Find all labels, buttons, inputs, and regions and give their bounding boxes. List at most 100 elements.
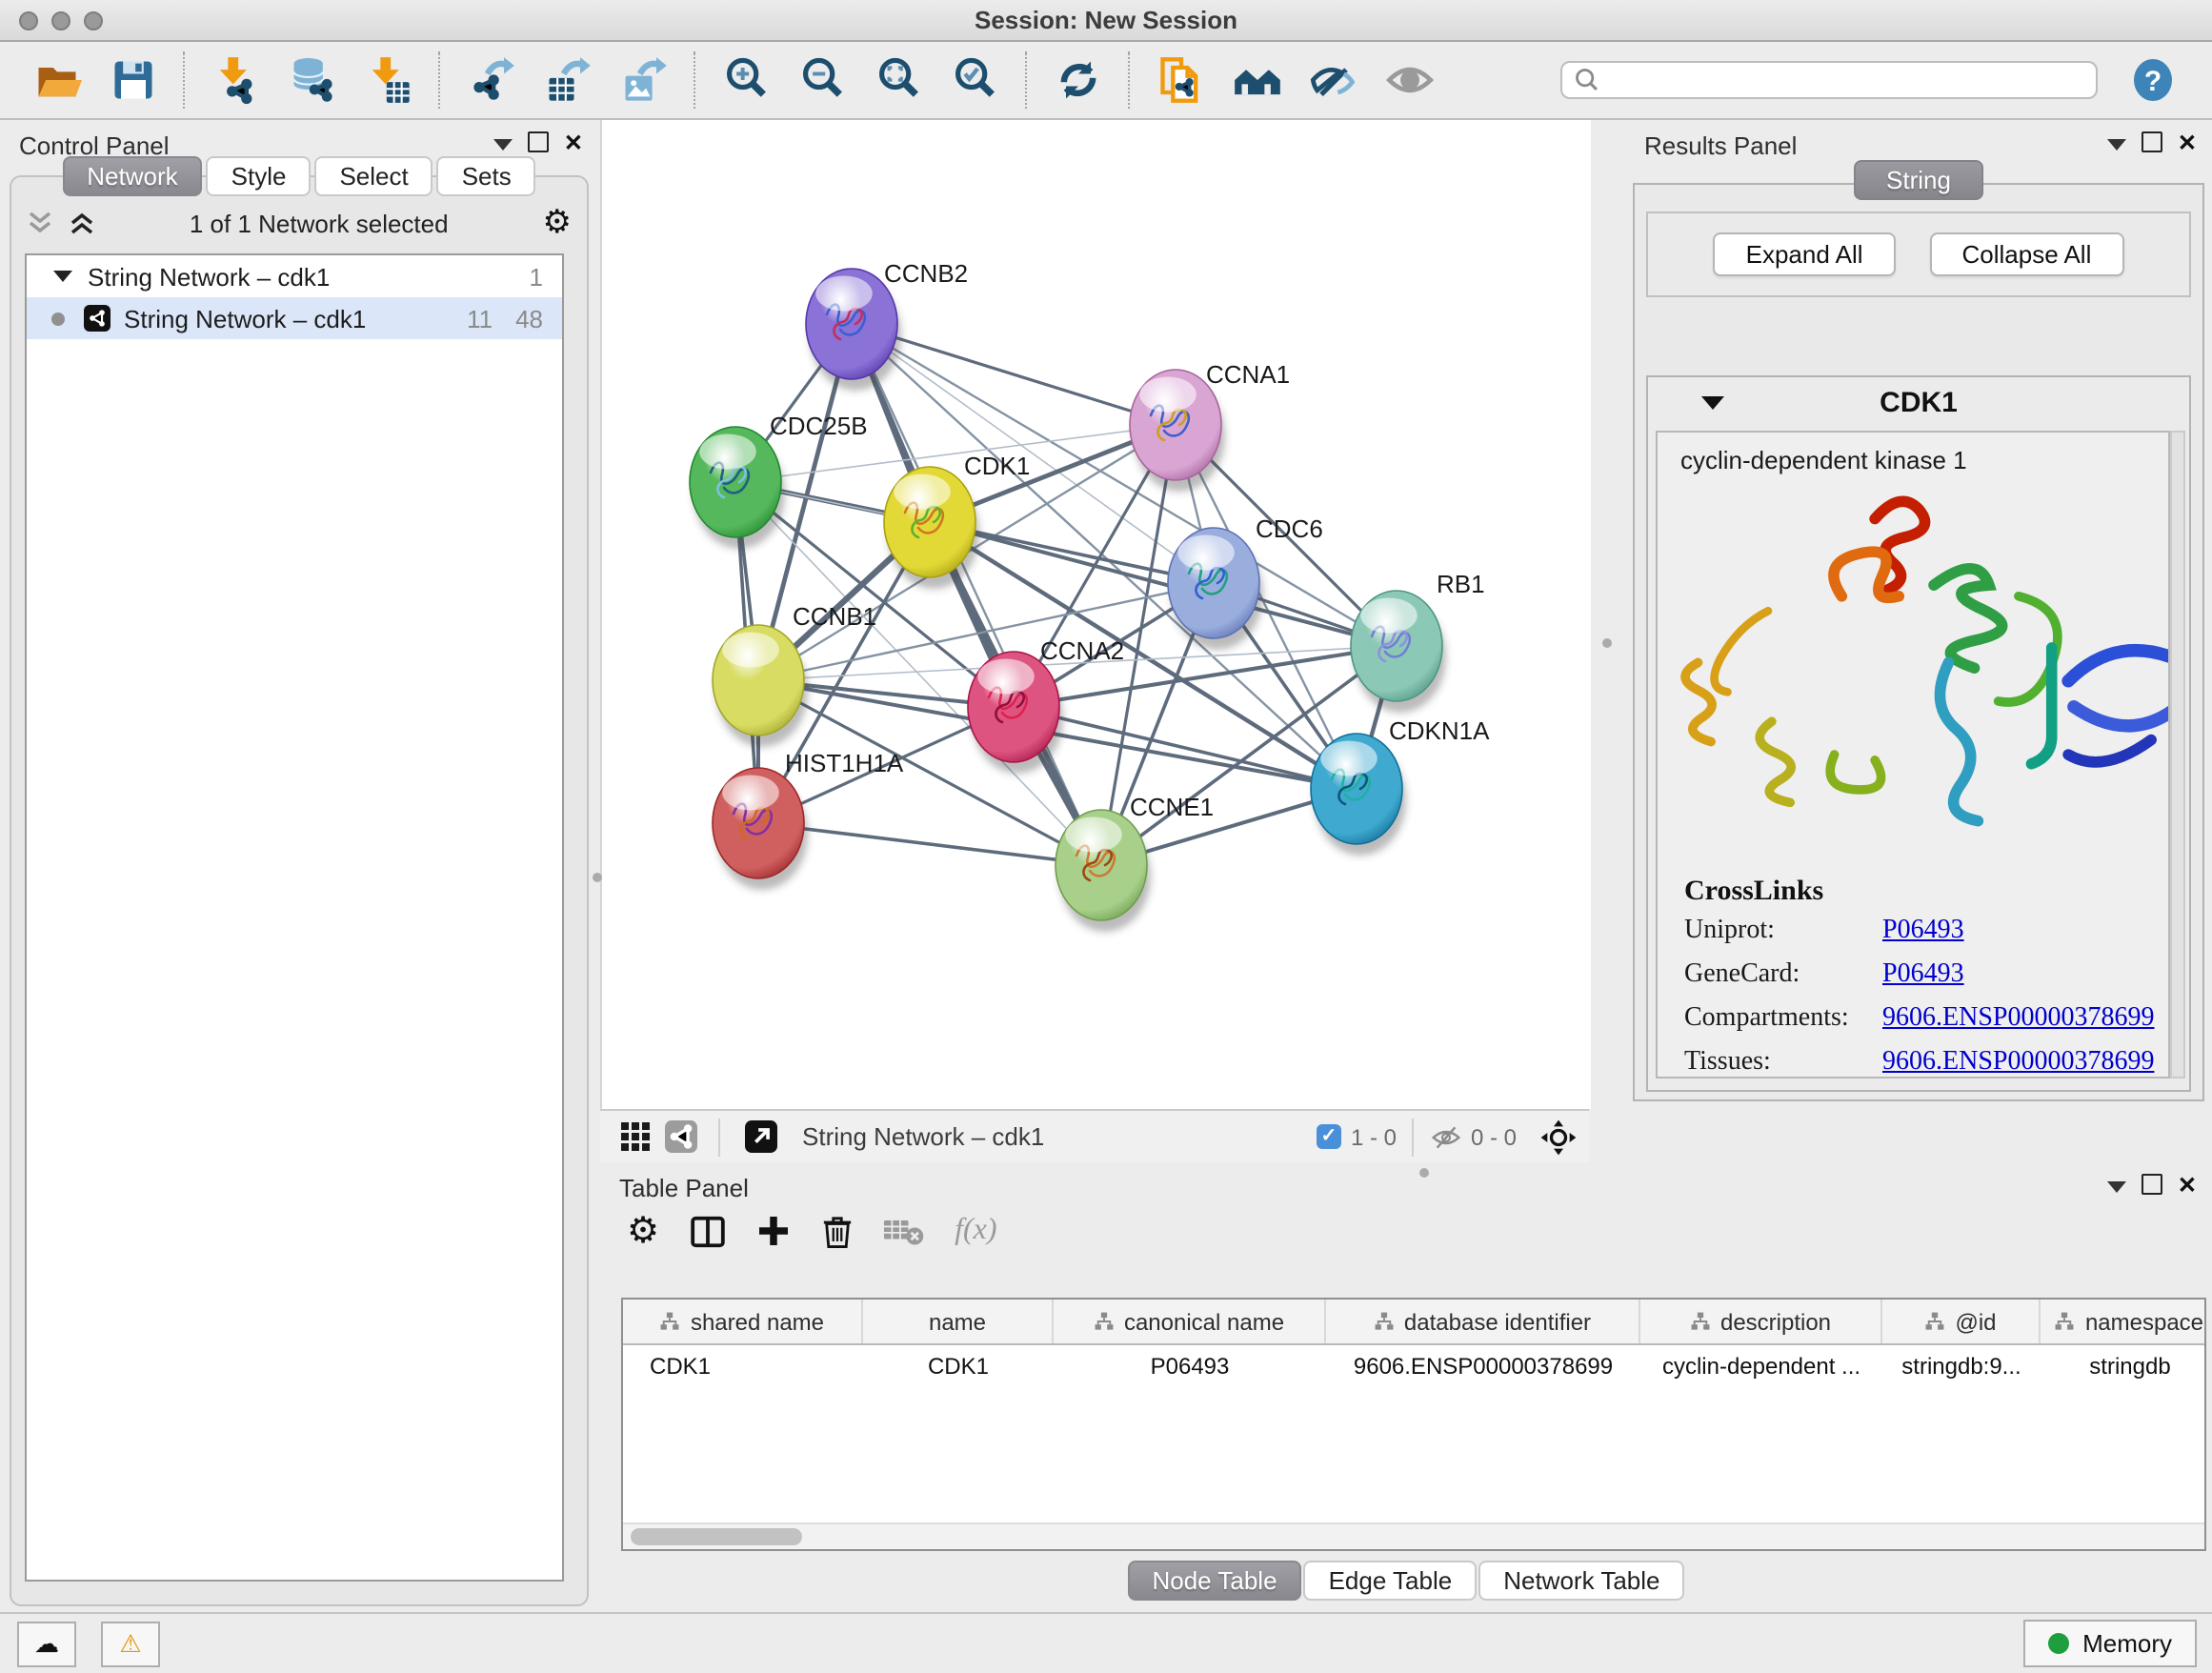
- tab-style[interactable]: Style: [207, 156, 312, 196]
- crosslink-link[interactable]: 9606.ENSP00000378699: [1882, 1004, 2154, 1035]
- results-scrollbar[interactable]: [2170, 431, 2185, 1078]
- tab-select[interactable]: Select: [314, 156, 432, 196]
- memory-button[interactable]: Memory: [2023, 1620, 2197, 1667]
- duplicate-network-icon[interactable]: [1153, 51, 1210, 109]
- table-panel-menu-icon[interactable]: [2107, 1181, 2126, 1193]
- results-panel-close-icon[interactable]: ✕: [2178, 132, 2197, 151]
- table-cell[interactable]: CDK1: [863, 1345, 1054, 1387]
- control-panel-menu-icon[interactable]: [493, 139, 513, 151]
- gene-collapse-icon[interactable]: [1701, 395, 1724, 409]
- node-label: CDKN1A: [1389, 716, 1490, 745]
- zoom-selected-region-icon[interactable]: [947, 51, 1004, 109]
- left-splitter-handle[interactable]: [593, 873, 602, 882]
- tab-string[interactable]: String: [1854, 160, 1983, 200]
- network-canvas[interactable]: CCNB2CCNA1CDC25BCDK1CDC6RB1CCNB1CCNA2CDK…: [600, 120, 1591, 1109]
- export-table-icon[interactable]: [539, 51, 596, 109]
- column-header--id[interactable]: @id: [1882, 1300, 2041, 1343]
- expand-all-networks-icon[interactable]: [69, 210, 95, 236]
- add-column-icon[interactable]: [756, 1214, 791, 1248]
- table-cell[interactable]: CDK1: [623, 1345, 863, 1387]
- column-header-database-identifier[interactable]: database identifier: [1326, 1300, 1640, 1343]
- zoom-fit-content-icon[interactable]: [871, 51, 928, 109]
- crosslink-label: Compartments:: [1684, 1004, 1882, 1035]
- results-panel-float-icon[interactable]: [2142, 131, 2162, 152]
- column-header-shared-name[interactable]: shared name: [623, 1300, 863, 1343]
- memory-label: Memory: [2082, 1629, 2172, 1658]
- delete-table-icon[interactable]: [884, 1217, 924, 1245]
- warnings-button[interactable]: ⚠: [101, 1622, 160, 1667]
- column-header-label: canonical name: [1124, 1308, 1284, 1335]
- show-graphics-details-icon[interactable]: [1381, 51, 1438, 109]
- table-options-gear-icon[interactable]: ⚙: [627, 1209, 659, 1253]
- refresh-view-icon[interactable]: [1050, 51, 1107, 109]
- results-panel-menu-icon[interactable]: [2107, 139, 2126, 151]
- tab-network[interactable]: Network: [62, 156, 202, 196]
- collection-expand-icon[interactable]: [53, 271, 72, 282]
- table-panel-close-icon[interactable]: ✕: [2178, 1175, 2197, 1194]
- column-header-name[interactable]: name: [863, 1300, 1054, 1343]
- column-header-label: shared name: [691, 1308, 824, 1335]
- table-cell[interactable]: P06493: [1054, 1345, 1326, 1387]
- gene-section-header[interactable]: CDK1: [1648, 377, 2189, 427]
- table-row[interactable]: CDK1CDK1P064939606.ENSP00000378699cyclin…: [623, 1345, 2204, 1387]
- table-panel-float-icon[interactable]: [2142, 1174, 2162, 1195]
- collapse-all-button[interactable]: Collapse All: [1930, 232, 2124, 276]
- help-icon[interactable]: ?: [2124, 51, 2182, 109]
- birds-eye-view-icon[interactable]: [1539, 1118, 1578, 1156]
- column-header-namespace[interactable]: namespace: [2041, 1300, 2206, 1343]
- network-options-gear-icon[interactable]: ⚙: [543, 210, 573, 236]
- tab-node-table[interactable]: Node Table: [1127, 1561, 1301, 1601]
- expand-all-button[interactable]: Expand All: [1714, 232, 1896, 276]
- shared-column-icon: [1374, 1311, 1395, 1332]
- tab-sets[interactable]: Sets: [437, 156, 536, 196]
- table-cell[interactable]: stringdb: [2041, 1345, 2206, 1387]
- crosslink-link[interactable]: 9606.ENSP00000378699: [1882, 1048, 2154, 1078]
- network-row-label: String Network – cdk1: [124, 304, 366, 333]
- open-in-cybrowser-icon[interactable]: [1229, 51, 1286, 109]
- delete-column-icon[interactable]: [821, 1213, 854, 1249]
- control-panel-close-icon[interactable]: ✕: [564, 132, 583, 151]
- function-builder-icon[interactable]: f(x): [955, 1214, 996, 1248]
- import-table-from-file-icon[interactable]: [360, 51, 417, 109]
- table-horizontal-scrollbar[interactable]: [623, 1522, 2204, 1549]
- results-panel: Results Panel ✕ String Expand All Collap…: [1625, 120, 2212, 1185]
- search-input[interactable]: [1600, 65, 2084, 95]
- table-cell[interactable]: 9606.ENSP00000378699: [1326, 1345, 1640, 1387]
- export-image-icon[interactable]: [615, 51, 673, 109]
- bottom-splitter-handle[interactable]: [1419, 1168, 1429, 1178]
- detach-view-icon[interactable]: [741, 1118, 779, 1156]
- collection-label: String Network – cdk1: [88, 262, 330, 291]
- table-cell[interactable]: cyclin-dependent ...: [1640, 1345, 1882, 1387]
- cloud-status-button[interactable]: ☁: [17, 1622, 76, 1667]
- table-cell[interactable]: stringdb:9...: [1882, 1345, 2041, 1387]
- collapse-all-networks-icon[interactable]: [27, 210, 53, 236]
- hide-graphics-details-icon[interactable]: [1305, 51, 1362, 109]
- selected-items-checkbox-icon[interactable]: ✓: [1317, 1124, 1341, 1149]
- open-session-icon[interactable]: [29, 51, 86, 109]
- column-header-canonical-name[interactable]: canonical name: [1054, 1300, 1326, 1343]
- save-session-icon[interactable]: [105, 51, 162, 109]
- crosslink-link[interactable]: P06493: [1882, 960, 1964, 991]
- import-network-from-database-icon[interactable]: [284, 51, 341, 109]
- right-splitter-handle[interactable]: [1602, 638, 1612, 648]
- network-row[interactable]: String Network – cdk1 11 48: [27, 297, 562, 339]
- tab-network-table[interactable]: Network Table: [1478, 1561, 1684, 1601]
- grid-view-icon[interactable]: [615, 1118, 654, 1156]
- column-header-description[interactable]: description: [1640, 1300, 1882, 1343]
- zoom-out-icon[interactable]: [794, 51, 852, 109]
- control-panel-float-icon[interactable]: [528, 131, 549, 152]
- network-collection-row[interactable]: String Network – cdk1 1: [27, 255, 562, 297]
- export-network-icon[interactable]: [463, 51, 520, 109]
- gene-section: CDK1 cyclin-dependent kinase 1: [1646, 375, 2191, 1092]
- show-columns-icon[interactable]: [690, 1213, 726, 1249]
- scrollbar-thumb[interactable]: [631, 1528, 802, 1545]
- tab-edge-table[interactable]: Edge Table: [1304, 1561, 1478, 1601]
- crosslink-label: GeneCard:: [1684, 960, 1882, 991]
- node-table: shared name name canonical name database id…: [621, 1298, 2206, 1551]
- zoom-in-icon[interactable]: [718, 51, 775, 109]
- crosslink-link[interactable]: P06493: [1882, 917, 1964, 947]
- network-share-view-icon[interactable]: [661, 1118, 699, 1156]
- import-network-from-file-icon[interactable]: [208, 51, 265, 109]
- search-box[interactable]: [1560, 61, 2098, 99]
- network-node-count: 11: [467, 304, 493, 333]
